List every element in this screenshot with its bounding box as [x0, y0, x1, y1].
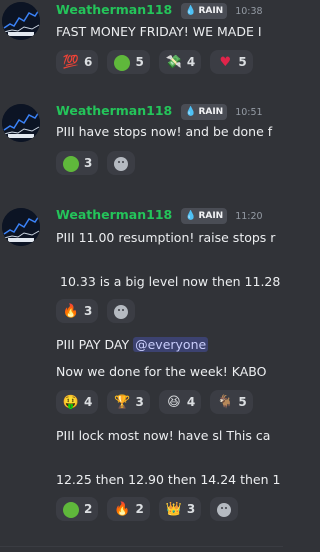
timestamp: 10:51	[235, 107, 263, 118]
crown-icon: 👑	[165, 502, 182, 517]
role-tag[interactable]: 💧 RAIN	[181, 208, 228, 224]
reaction-goat[interactable]: 🐐 5	[210, 390, 253, 414]
smile-add-icon	[114, 304, 129, 319]
add-reaction-button[interactable]	[107, 299, 136, 323]
username[interactable]: Weatherman118	[56, 2, 172, 17]
reaction-100[interactable]: 💯 6	[56, 50, 99, 74]
reaction-fire[interactable]: 🔥 2	[107, 497, 150, 521]
reaction-money[interactable]: 💸 4	[158, 50, 202, 74]
reaction-green-circle[interactable]: 3	[56, 151, 99, 176]
green-circle-icon	[62, 498, 80, 522]
smile-add-icon	[114, 156, 129, 171]
reaction-heart[interactable]: ♥ 5	[210, 50, 253, 74]
reaction-green-circle[interactable]: 5	[107, 50, 150, 75]
reaction-money-mouth[interactable]: 🤑 4	[56, 390, 99, 414]
fire-icon: 🔥	[62, 304, 80, 319]
money-mouth-icon: 🤑	[62, 395, 80, 410]
message-text: 12.25 then 12.90 then 14.24 then 1	[56, 472, 281, 487]
add-reaction-button[interactable]	[107, 151, 136, 175]
message-text: FAST MONEY FRIDAY! WE MADE I	[56, 24, 262, 39]
avatar[interactable]	[2, 208, 40, 246]
water-drop-icon: 💧	[185, 107, 197, 117]
message-text: 10.33 is a big level now then 11.28	[60, 274, 281, 289]
reactions: 3	[56, 151, 136, 177]
smile-add-icon	[217, 502, 232, 517]
mention-everyone[interactable]: @everyone	[133, 337, 209, 352]
message-text: PIII lock most now! have sl This ca	[56, 428, 271, 443]
timestamp: 10:38	[235, 6, 263, 17]
water-drop-icon: 💧	[185, 6, 197, 16]
avatar[interactable]	[2, 2, 40, 40]
message-text: PIII 11.00 resumption! raise stops r	[56, 230, 276, 245]
reactions: 2 🔥 2 👑 3	[56, 497, 239, 523]
laughing-icon: 😆	[167, 395, 181, 410]
message-text: PIII have stops now! and be done f	[56, 124, 273, 139]
heart-icon: ♥	[219, 55, 232, 70]
fire-icon: 🔥	[114, 502, 131, 517]
reactions: 🤑 4 🏆 3 😆 4 🐐 5	[56, 390, 257, 416]
message-text: PIII PAY DAY @everyone	[56, 337, 209, 352]
goat-icon: 🐐	[217, 395, 234, 410]
reactions: 💯 6 5 💸 4 ♥ 5	[56, 50, 257, 76]
timestamp: 11:20	[235, 211, 263, 222]
message-text: Now we done for the week! KABO	[56, 364, 267, 379]
username[interactable]: Weatherman118	[56, 103, 172, 118]
money-wings-icon: 💸	[165, 55, 182, 70]
green-circle-icon	[113, 51, 131, 75]
reactions: 🔥 3	[56, 299, 136, 325]
reaction-trophy[interactable]: 🏆 3	[107, 390, 150, 414]
username[interactable]: Weatherman118	[56, 207, 172, 222]
green-circle-icon	[62, 152, 80, 176]
add-reaction-button[interactable]	[210, 497, 239, 521]
reaction-crown[interactable]: 👑 3	[158, 497, 202, 521]
reaction-fire[interactable]: 🔥 3	[56, 299, 99, 323]
hundred-points-icon: 💯	[62, 55, 80, 70]
role-tag[interactable]: 💧 RAIN	[181, 104, 228, 120]
reaction-green-circle[interactable]: 2	[56, 497, 99, 522]
avatar[interactable]	[2, 104, 40, 142]
trophy-icon: 🏆	[114, 395, 131, 410]
role-tag[interactable]: 💧 RAIN	[181, 3, 228, 19]
water-drop-icon: 💧	[185, 211, 197, 221]
divider	[0, 546, 283, 547]
reaction-laughing[interactable]: 😆 4	[158, 390, 202, 414]
